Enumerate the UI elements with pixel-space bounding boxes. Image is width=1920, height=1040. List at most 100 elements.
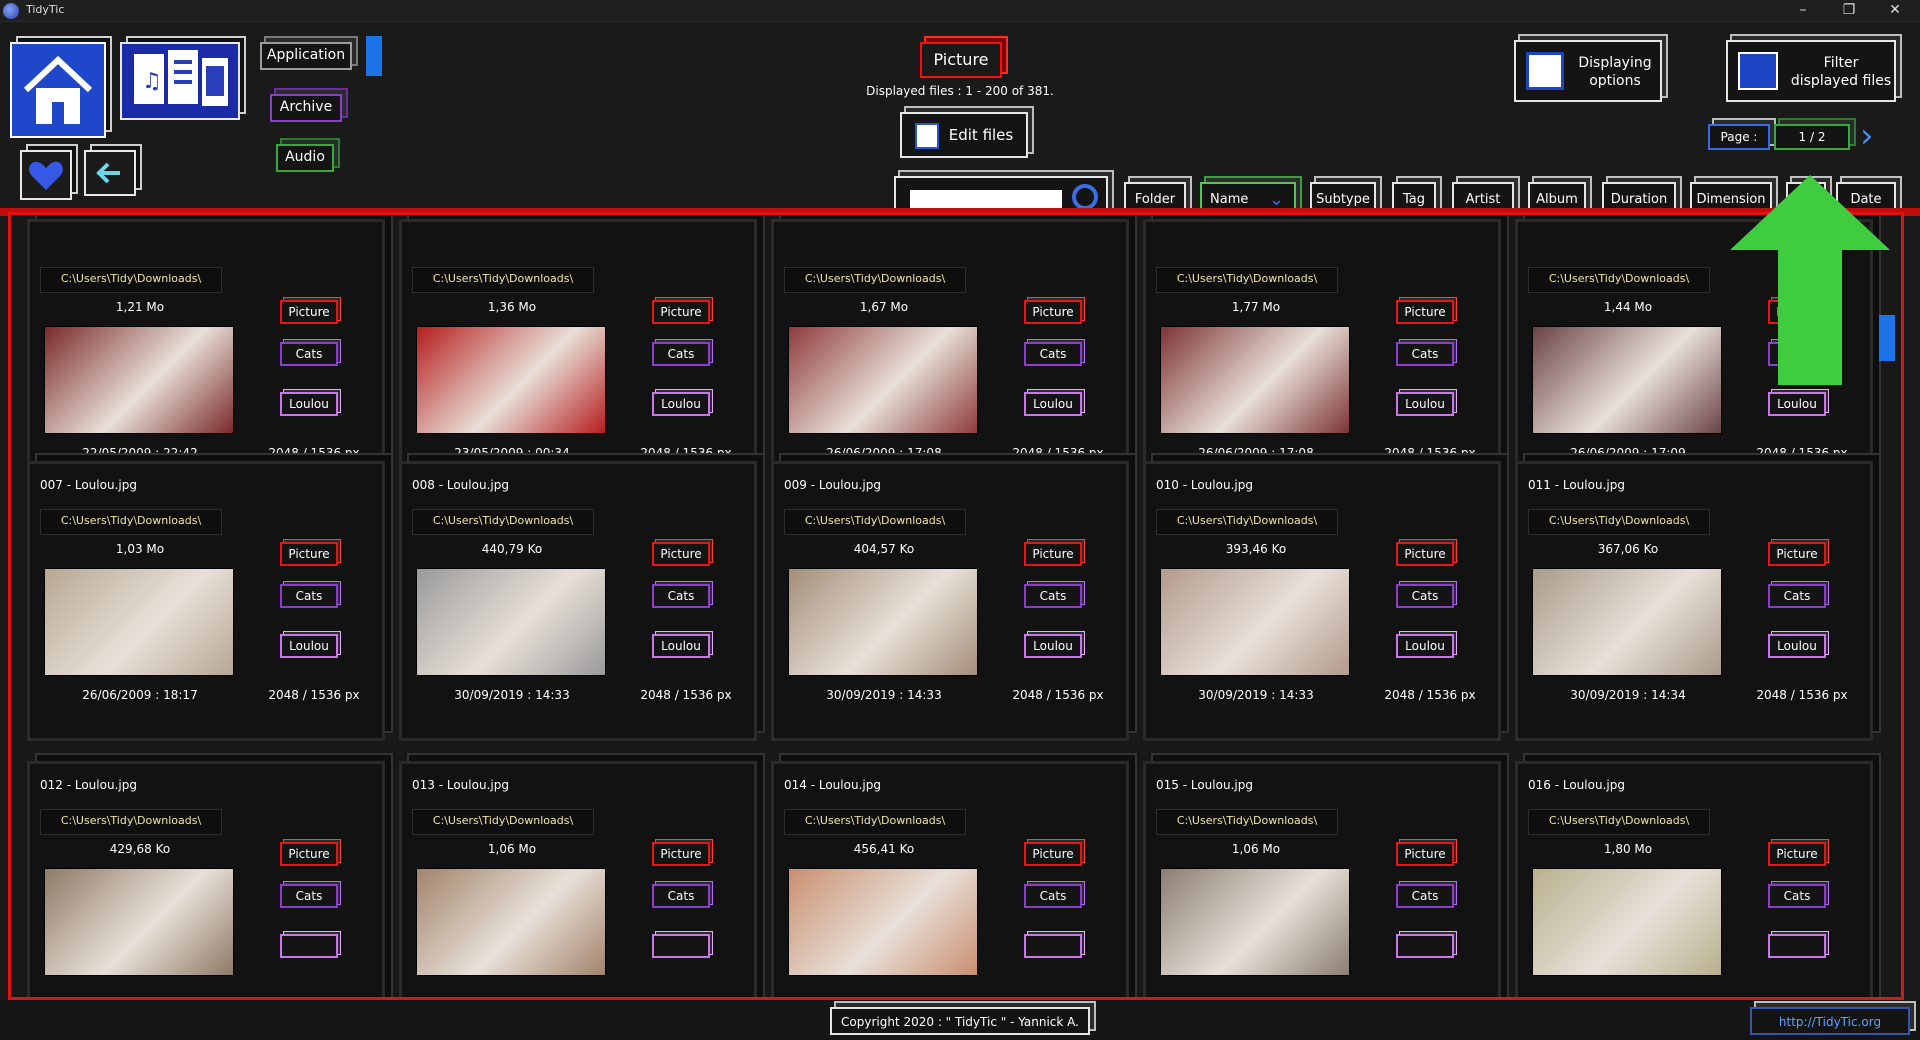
tag-badge-cats[interactable]: Cats <box>1768 584 1826 608</box>
tag-badge-cats[interactable]: Cats <box>1024 584 1082 608</box>
type-badge[interactable]: Picture <box>1396 542 1454 566</box>
file-card[interactable]: 014 - Loulou.jpg C:\Users\Tidy\Downloads\… <box>771 761 1129 997</box>
thumbnail-image[interactable] <box>44 568 234 676</box>
tag-badge-cats[interactable]: Cats <box>1024 342 1082 366</box>
type-badge[interactable]: Picture <box>1024 842 1082 866</box>
thumbnail-image[interactable] <box>1532 568 1722 676</box>
thumbnail-image[interactable] <box>44 868 234 976</box>
file-card[interactable]: 012 - Loulou.jpg C:\Users\Tidy\Downloads\… <box>27 761 385 997</box>
restore-button[interactable]: ❐ <box>1826 0 1872 22</box>
file-date: 30/09/2019 : 14:33 <box>826 688 942 702</box>
thumbnail-image[interactable] <box>788 568 978 676</box>
tag-badge-loulou[interactable]: Loulou <box>1768 392 1826 416</box>
thumbnail-image[interactable] <box>416 868 606 976</box>
tag-badge-loulou[interactable]: Loulou <box>1768 634 1826 658</box>
close-button[interactable]: ✕ <box>1872 0 1918 22</box>
tag-badge-loulou[interactable]: Loulou <box>280 392 338 416</box>
thumbnail-image[interactable] <box>788 326 978 434</box>
type-badge[interactable]: Picture <box>1768 842 1826 866</box>
tag-badge-loulou[interactable]: Loulou <box>652 392 710 416</box>
tag-badge-cats[interactable]: Cats <box>280 584 338 608</box>
home-button[interactable] <box>10 42 106 138</box>
tag-badge-loulou[interactable]: Loulou <box>652 634 710 658</box>
tag-badge-loulou[interactable]: Loulou <box>1024 634 1082 658</box>
file-card[interactable]: 015 - Loulou.jpg C:\Users\Tidy\Downloads\… <box>1143 761 1501 997</box>
favorites-button[interactable] <box>20 150 72 200</box>
page-input[interactable]: 1 / 2 <box>1774 124 1850 150</box>
tag-badge-loulou[interactable]: Loulou <box>1024 392 1082 416</box>
type-badge[interactable]: Picture <box>1396 842 1454 866</box>
file-card[interactable]: 010 - Loulou.jpg C:\Users\Tidy\Downloads\… <box>1143 461 1501 741</box>
type-application-button[interactable]: Application <box>260 42 352 70</box>
type-audio-button[interactable]: Audio <box>276 144 334 172</box>
tag-badge-loulou[interactable] <box>1768 934 1826 958</box>
type-badge[interactable]: Picture <box>280 842 338 866</box>
file-card[interactable]: 016 - Loulou.jpg C:\Users\Tidy\Downloads\… <box>1515 761 1873 997</box>
thumbnail-image[interactable] <box>1160 568 1350 676</box>
tag-badge-loulou[interactable]: Loulou <box>1396 392 1454 416</box>
thumbnail-image[interactable] <box>1160 868 1350 976</box>
tag-badge-cats[interactable]: Cats <box>1396 342 1454 366</box>
thumbnail-image[interactable] <box>1532 868 1722 976</box>
tag-badge-loulou[interactable] <box>1396 934 1454 958</box>
back-button[interactable] <box>84 150 136 196</box>
file-card[interactable]: 011 - Loulou.jpg C:\Users\Tidy\Downloads\… <box>1515 461 1873 741</box>
type-badge[interactable]: Picture <box>280 542 338 566</box>
tag-badge-cats[interactable]: Cats <box>1396 884 1454 908</box>
file-card[interactable]: 009 - Loulou.jpg C:\Users\Tidy\Downloads\… <box>771 461 1129 741</box>
current-type-picture[interactable]: Picture <box>920 42 1002 78</box>
filter-files-button[interactable]: Filter displayed files <box>1726 40 1896 102</box>
thumbnail-image[interactable] <box>416 326 606 434</box>
displaying-options-button[interactable]: Displaying options <box>1514 40 1662 102</box>
file-size: 1,80 Mo <box>1603 842 1653 856</box>
edit-files-button[interactable]: Edit files <box>900 112 1028 158</box>
type-badge[interactable]: Picture <box>1024 300 1082 324</box>
file-card[interactable]: 007 - Loulou.jpg C:\Users\Tidy\Downloads\… <box>27 461 385 741</box>
tag-badge-cats[interactable]: Cats <box>1024 884 1082 908</box>
tag-badge-loulou[interactable]: Loulou <box>280 634 338 658</box>
type-badge[interactable]: Picture <box>1024 542 1082 566</box>
file-dimensions: 2048 / 1536 px <box>1384 446 1476 460</box>
displayed-files-info: Displayed files : 1 - 200 of 381. <box>866 84 1054 98</box>
file-card[interactable]: C:\Users\Tidy\Downloads\ 1,36 Mo Picture Ca… <box>399 219 757 499</box>
media-files-button[interactable]: ♫ <box>120 42 240 120</box>
minimize-button[interactable]: – <box>1780 0 1826 22</box>
file-name: 012 - Loulou.jpg <box>40 778 137 792</box>
tag-badge-loulou[interactable]: Loulou <box>1396 634 1454 658</box>
type-badge[interactable]: Picture <box>652 300 710 324</box>
tag-badge-cats[interactable]: Cats <box>652 342 710 366</box>
tag-badge-cats[interactable]: Cats <box>652 884 710 908</box>
tag-badge-loulou[interactable] <box>1024 934 1082 958</box>
type-archive-button[interactable]: Archive <box>270 94 342 122</box>
tag-badge-cats[interactable]: Cats <box>280 884 338 908</box>
next-page-icon[interactable]: › <box>1860 118 1890 156</box>
file-card[interactable]: C:\Users\Tidy\Downloads\ 1,77 Mo Picture Ca… <box>1143 219 1501 499</box>
file-card[interactable]: C:\Users\Tidy\Downloads\ 1,21 Mo Picture Ca… <box>27 219 385 499</box>
thumbnail-image[interactable] <box>1160 326 1350 434</box>
file-card[interactable]: 008 - Loulou.jpg C:\Users\Tidy\Downloads\… <box>399 461 757 741</box>
tag-badge-cats[interactable]: Cats <box>280 342 338 366</box>
file-size: 367,06 Ko <box>1597 542 1659 556</box>
file-path: C:\Users\Tidy\Downloads\ <box>412 509 594 535</box>
tag-badge-loulou[interactable] <box>652 934 710 958</box>
type-badge[interactable]: Picture <box>1768 542 1826 566</box>
type-badge[interactable]: Picture <box>280 300 338 324</box>
tag-badge-cats[interactable]: Cats <box>652 584 710 608</box>
thumbnail-image[interactable] <box>416 568 606 676</box>
file-dimensions: 2048 / 1536 px <box>1012 688 1104 702</box>
thumbnail-image[interactable] <box>1532 326 1722 434</box>
type-badge[interactable]: Picture <box>652 542 710 566</box>
website-link[interactable]: http://TidyTic.org <box>1750 1007 1910 1035</box>
file-card[interactable]: C:\Users\Tidy\Downloads\ 1,67 Mo Picture Ca… <box>771 219 1129 499</box>
type-badge[interactable]: Picture <box>1396 300 1454 324</box>
tag-badge-cats[interactable]: Cats <box>1768 884 1826 908</box>
file-date: 23/05/2009 : 00:34 <box>454 446 570 460</box>
thumbnail-image[interactable] <box>788 868 978 976</box>
search-icon[interactable] <box>1072 184 1098 210</box>
tag-badge-cats[interactable]: Cats <box>1396 584 1454 608</box>
title-bar: TidyTic – ❐ ✕ <box>0 0 1920 22</box>
thumbnail-image[interactable] <box>44 326 234 434</box>
file-card[interactable]: 013 - Loulou.jpg C:\Users\Tidy\Downloads\… <box>399 761 757 997</box>
type-badge[interactable]: Picture <box>652 842 710 866</box>
tag-badge-loulou[interactable] <box>280 934 338 958</box>
